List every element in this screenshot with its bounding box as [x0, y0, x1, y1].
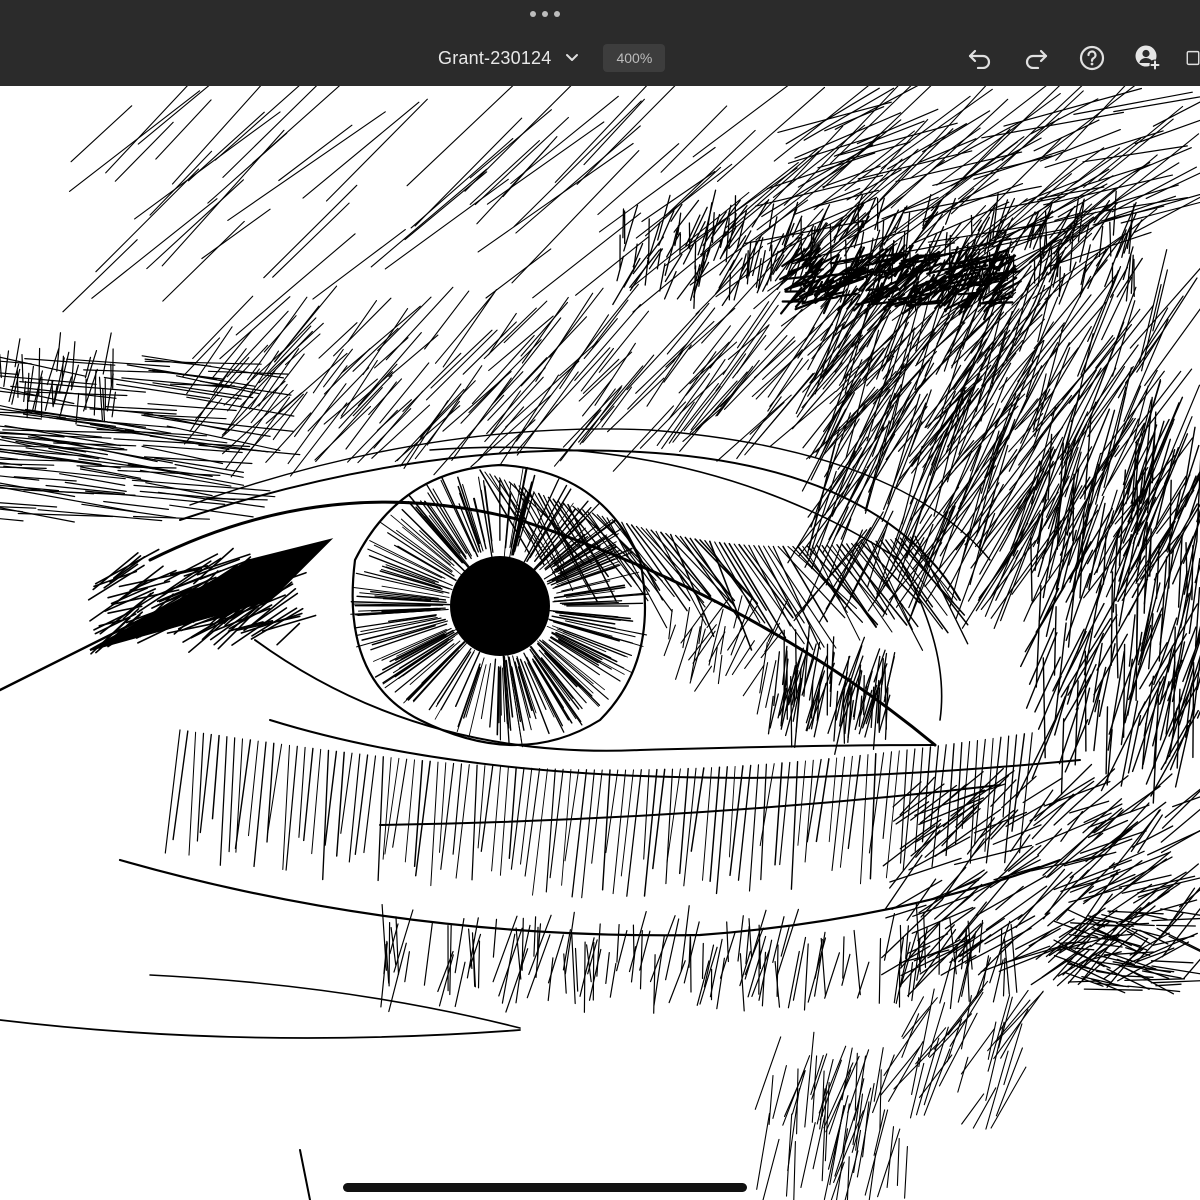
toolbar-actions: [938, 42, 1200, 74]
redo-icon: [1025, 49, 1048, 69]
document-menu-button[interactable]: [563, 49, 581, 67]
redo-button[interactable]: [1022, 44, 1050, 72]
document-title-group: Grant-230124 400%: [438, 43, 666, 73]
document-title[interactable]: Grant-230124: [438, 48, 551, 69]
home-indicator[interactable]: [343, 1183, 747, 1192]
zoom-level-indicator[interactable]: 400%: [603, 44, 666, 72]
undo-icon: [968, 49, 991, 69]
undo-button[interactable]: [966, 44, 994, 72]
user-add-icon: [1135, 45, 1161, 71]
top-toolbar: Grant-230124 400%: [0, 0, 1200, 86]
multitasking-grabber[interactable]: [530, 8, 560, 20]
drawing-canvas[interactable]: [0, 86, 1200, 1200]
invite-user-button[interactable]: [1134, 44, 1162, 72]
eye-sketch-artwork: [0, 86, 1200, 1200]
help-button[interactable]: [1078, 44, 1106, 72]
grabber-dot: [530, 11, 536, 17]
help-icon: [1079, 45, 1105, 71]
layers-icon: [1186, 50, 1200, 66]
grabber-dot: [554, 11, 560, 17]
grabber-dot: [542, 11, 548, 17]
chevron-down-icon: [566, 54, 579, 61]
layers-button[interactable]: [1186, 44, 1200, 72]
